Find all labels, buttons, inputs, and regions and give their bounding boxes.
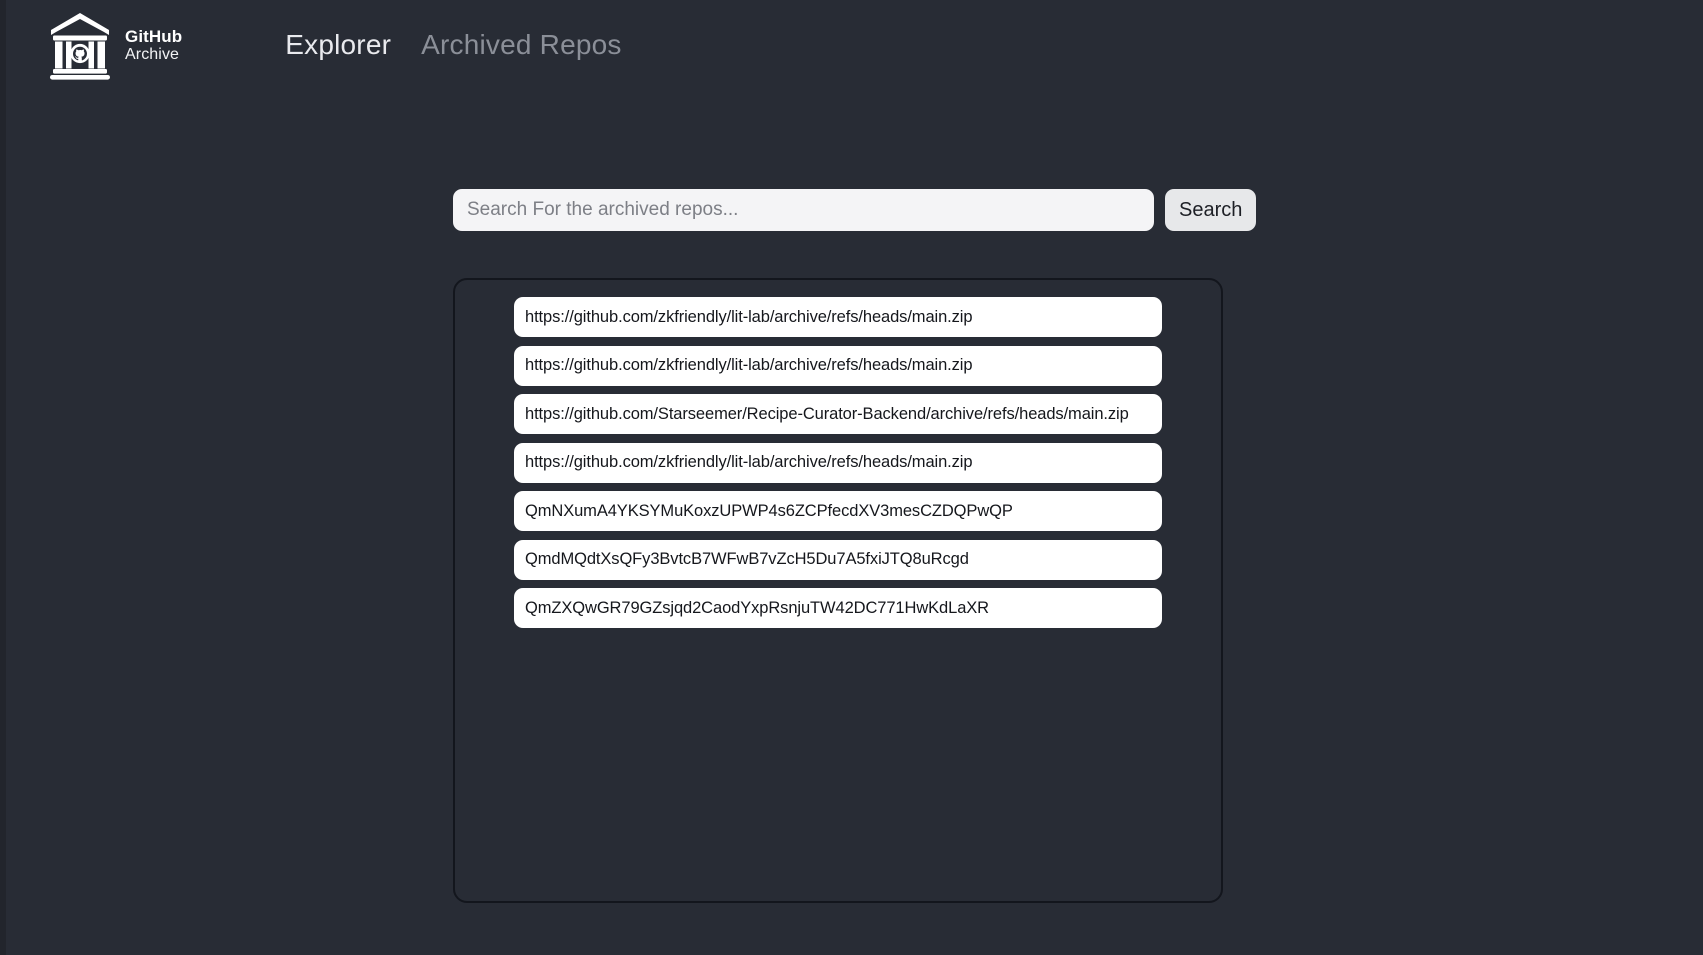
nav-link-explorer[interactable]: Explorer [285, 29, 391, 61]
result-row[interactable]: QmZXQwGR79GZsjqd2CaodYxpRsnjuTW42DC771Hw… [514, 588, 1162, 628]
brand-subtitle: Archive [125, 45, 180, 63]
result-row-text: https://github.com/Starseemer/Recipe-Cur… [525, 404, 1129, 423]
brand-logo[interactable]: GitHub Archive [48, 11, 182, 81]
search-button[interactable]: Search [1165, 189, 1257, 231]
result-row-text: https://github.com/zkfriendly/lit-lab/ar… [525, 356, 973, 374]
brand-text: GitHub Archive [125, 27, 182, 66]
results-panel: https://github.com/zkfriendly/lit-lab/ar… [453, 278, 1223, 903]
archive-building-github-icon [50, 13, 110, 80]
nav-link-archived-repos[interactable]: Archived Repos [421, 29, 621, 61]
result-row[interactable]: https://github.com/zkfriendly/lit-lab/ar… [514, 345, 1162, 386]
result-row[interactable]: https://github.com/zkfriendly/lit-lab/ar… [514, 297, 1162, 337]
result-row[interactable]: QmNXumA4YKSYMuKoxzUPWP4s6ZCPfecdXV3mesCZ… [514, 491, 1162, 531]
result-row-text: https://github.com/zkfriendly/lit-lab/ar… [525, 453, 973, 471]
result-row-text: QmZXQwGR79GZsjqd2CaodYxpRsnjuTW42DC771Hw… [525, 598, 989, 617]
search-input[interactable] [453, 189, 1154, 231]
results-list: https://github.com/zkfriendly/lit-lab/ar… [455, 297, 1221, 628]
result-row-text: QmNXumA4YKSYMuKoxzUPWP4s6ZCPfecdXV3mesCZ… [525, 501, 1013, 520]
search-bar: Search [453, 189, 1257, 231]
window-edge [0, 0, 6, 955]
result-row-text: QmdMQdtXsQFy3BvtcB7WFwB7vZcH5Du7A5fxiJTQ… [525, 550, 969, 568]
main-nav: Explorer Archived Repos [285, 29, 621, 63]
result-row-text: https://github.com/zkfriendly/lit-lab/ar… [525, 307, 973, 326]
result-row[interactable]: QmdMQdtXsQFy3BvtcB7WFwB7vZcH5Du7A5fxiJTQ… [514, 539, 1162, 580]
brand-title: GitHub [125, 26, 183, 46]
result-row[interactable]: https://github.com/Starseemer/Recipe-Cur… [514, 394, 1162, 434]
app-header: GitHub Archive Explorer Archived Repos [0, 0, 1703, 92]
result-row[interactable]: https://github.com/zkfriendly/lit-lab/ar… [514, 442, 1162, 483]
